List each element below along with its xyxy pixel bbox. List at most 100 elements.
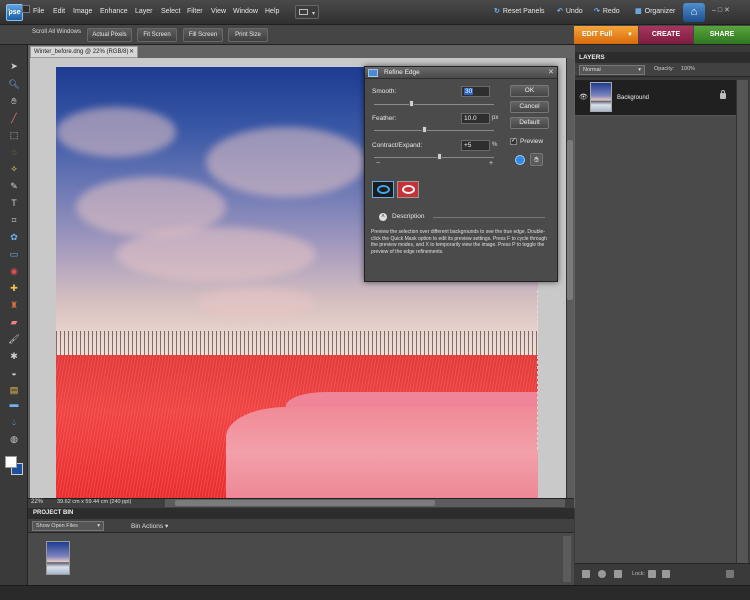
sponge-icon[interactable]: ◍ bbox=[7, 433, 21, 446]
project-bin-header[interactable]: PROJECT BIN bbox=[28, 508, 574, 519]
actual-pixels-button[interactable]: Actual Pixels bbox=[87, 28, 132, 42]
menu-select[interactable]: Select bbox=[161, 8, 180, 15]
scroll-all-windows-checkbox[interactable] bbox=[22, 5, 30, 13]
marquee-icon[interactable]: ⬚ bbox=[7, 129, 21, 142]
minimize-icon[interactable]: – bbox=[712, 7, 716, 14]
description-text: Preview the selection over different bac… bbox=[371, 229, 547, 255]
undo-icon: ↶ bbox=[557, 8, 563, 15]
redo-button[interactable]: ↷ Redo bbox=[594, 7, 620, 15]
window-controls[interactable]: – □ ✕ bbox=[712, 6, 730, 14]
bin-scrollbar[interactable] bbox=[563, 536, 571, 582]
move-icon[interactable]: ➤ bbox=[7, 60, 21, 73]
shape-icon[interactable]: ▬ bbox=[7, 398, 21, 411]
layer-thumbnail[interactable] bbox=[590, 82, 612, 112]
feather-slider-track[interactable] bbox=[374, 130, 494, 131]
show-open-files-select[interactable]: Show Open Files ▾ bbox=[32, 521, 104, 531]
undo-button[interactable]: ↶ Undo bbox=[557, 7, 583, 15]
smooth-label: Smooth: bbox=[372, 88, 397, 95]
tab-create[interactable]: CREATE bbox=[639, 26, 693, 44]
ok-button[interactable]: OK bbox=[510, 85, 549, 97]
custom-overlay-mode-button[interactable] bbox=[372, 181, 394, 198]
feather-slider-thumb[interactable] bbox=[422, 126, 427, 133]
menu-view[interactable]: View bbox=[211, 8, 226, 15]
bin-actions-menu[interactable]: Bin Actions ▾ bbox=[131, 522, 168, 530]
print-size-button[interactable]: Print Size bbox=[228, 28, 268, 42]
selection-brush-icon[interactable]: ✎ bbox=[7, 180, 21, 193]
healing-brush-icon[interactable]: ✚ bbox=[7, 282, 21, 295]
close-icon[interactable]: ✕ bbox=[724, 7, 730, 14]
eye-icon[interactable]: 👁︎ bbox=[579, 93, 588, 101]
menu-file[interactable]: File bbox=[33, 8, 44, 15]
menu-enhance[interactable]: Enhance bbox=[100, 8, 128, 15]
menu-filter[interactable]: Filter bbox=[187, 8, 203, 15]
adjustment-layer-icon[interactable] bbox=[598, 570, 606, 578]
crop-icon[interactable]: ⌗ bbox=[7, 214, 21, 227]
layers-panel-header[interactable]: LAYERS bbox=[575, 52, 750, 63]
vertical-scroll-thumb[interactable] bbox=[567, 140, 573, 300]
straighten-icon[interactable]: ▭ bbox=[7, 248, 21, 261]
close-icon[interactable]: ✕ bbox=[129, 47, 134, 57]
zoom-level[interactable]: 22% bbox=[31, 499, 43, 505]
blur-icon[interactable]: 💧︎ bbox=[7, 416, 21, 429]
trash-icon[interactable] bbox=[726, 570, 734, 578]
cancel-button[interactable]: Cancel bbox=[510, 101, 549, 113]
tab-edit-full[interactable]: EDIT Full ▼ bbox=[574, 26, 638, 44]
preview-checkbox[interactable]: ✓ bbox=[510, 138, 517, 145]
brush-icon[interactable]: 🖌︎ bbox=[7, 333, 21, 346]
hand-icon[interactable]: ✋︎ bbox=[7, 95, 21, 108]
feather-input[interactable]: 10.0 bbox=[461, 113, 490, 124]
eraser-icon[interactable]: ▰ bbox=[7, 316, 21, 329]
lasso-icon[interactable]: ◌ bbox=[7, 146, 21, 159]
menu-image[interactable]: Image bbox=[73, 8, 92, 15]
organizer-icon: ▦ bbox=[635, 8, 642, 15]
gradient-icon[interactable]: ▤ bbox=[7, 384, 21, 397]
document-tab[interactable]: Winter_before.dng @ 22% (RGB/8) ✕ bbox=[30, 46, 138, 58]
cookie-cutter-icon[interactable]: ✿ bbox=[7, 231, 21, 244]
organizer-button[interactable]: ▦ Organizer bbox=[635, 7, 675, 15]
description-toggle[interactable]: ˄ bbox=[379, 213, 387, 221]
contract-expand-input[interactable]: +5 bbox=[461, 140, 490, 151]
menu-layer[interactable]: Layer bbox=[135, 8, 153, 15]
eyedropper-icon[interactable]: ╱ bbox=[7, 112, 21, 125]
smart-brush-icon[interactable]: ✱ bbox=[7, 350, 21, 363]
opacity-value[interactable]: 100% bbox=[681, 66, 695, 72]
menu-edit[interactable]: Edit bbox=[53, 8, 65, 15]
blend-mode-select[interactable]: Normal ▾ bbox=[579, 65, 645, 75]
zoom-tool-icon[interactable] bbox=[515, 155, 525, 165]
clone-stamp-icon[interactable]: ♜ bbox=[7, 299, 21, 312]
type-icon[interactable]: T bbox=[7, 197, 21, 210]
foreground-color-swatch[interactable] bbox=[5, 456, 17, 468]
arrange-documents-button[interactable]: ▾ bbox=[295, 5, 319, 19]
fill-screen-button[interactable]: Fill Screen bbox=[183, 28, 223, 42]
project-bin-toolbar bbox=[28, 519, 574, 533]
lock-transparent-icon[interactable] bbox=[648, 570, 656, 578]
reset-panels-button[interactable]: ↻ Reset Panels bbox=[494, 7, 545, 15]
lock-all-icon[interactable] bbox=[662, 570, 670, 578]
paint-bucket-icon[interactable]: ◒ bbox=[7, 367, 21, 380]
contract-expand-slider-thumb[interactable] bbox=[437, 153, 442, 160]
smooth-input[interactable]: 30 bbox=[461, 86, 490, 97]
quick-mask-mode-button[interactable] bbox=[397, 181, 419, 198]
smooth-slider-track[interactable] bbox=[374, 104, 494, 105]
contract-expand-slider-track[interactable] bbox=[374, 157, 494, 158]
zoom-icon[interactable]: 🔍︎ bbox=[7, 78, 21, 91]
home-button[interactable]: ⌂ bbox=[683, 3, 705, 22]
bin-thumbnail[interactable] bbox=[46, 541, 70, 575]
hand-tool-icon[interactable]: ✋︎ bbox=[530, 153, 543, 166]
magic-wand-icon[interactable]: ✧ bbox=[7, 163, 21, 176]
tab-share[interactable]: SHARE bbox=[694, 26, 750, 44]
menu-help[interactable]: Help bbox=[265, 8, 279, 15]
new-layer-icon[interactable] bbox=[582, 570, 590, 578]
feather-label: Feather: bbox=[372, 115, 397, 122]
fit-screen-button[interactable]: Fit Screen bbox=[137, 28, 177, 42]
default-button[interactable]: Default bbox=[510, 117, 549, 129]
horizontal-scroll-thumb[interactable] bbox=[175, 500, 435, 506]
smooth-slider-thumb[interactable] bbox=[409, 100, 414, 107]
maximize-icon[interactable]: □ bbox=[718, 7, 722, 14]
delete-layer-icon[interactable] bbox=[614, 570, 622, 578]
layers-scrollbar[interactable] bbox=[736, 80, 748, 563]
red-eye-icon[interactable]: ◉ bbox=[7, 265, 21, 278]
close-icon[interactable]: ✕ bbox=[548, 68, 554, 76]
layer-name[interactable]: Background bbox=[617, 95, 649, 101]
menu-window[interactable]: Window bbox=[233, 8, 258, 15]
